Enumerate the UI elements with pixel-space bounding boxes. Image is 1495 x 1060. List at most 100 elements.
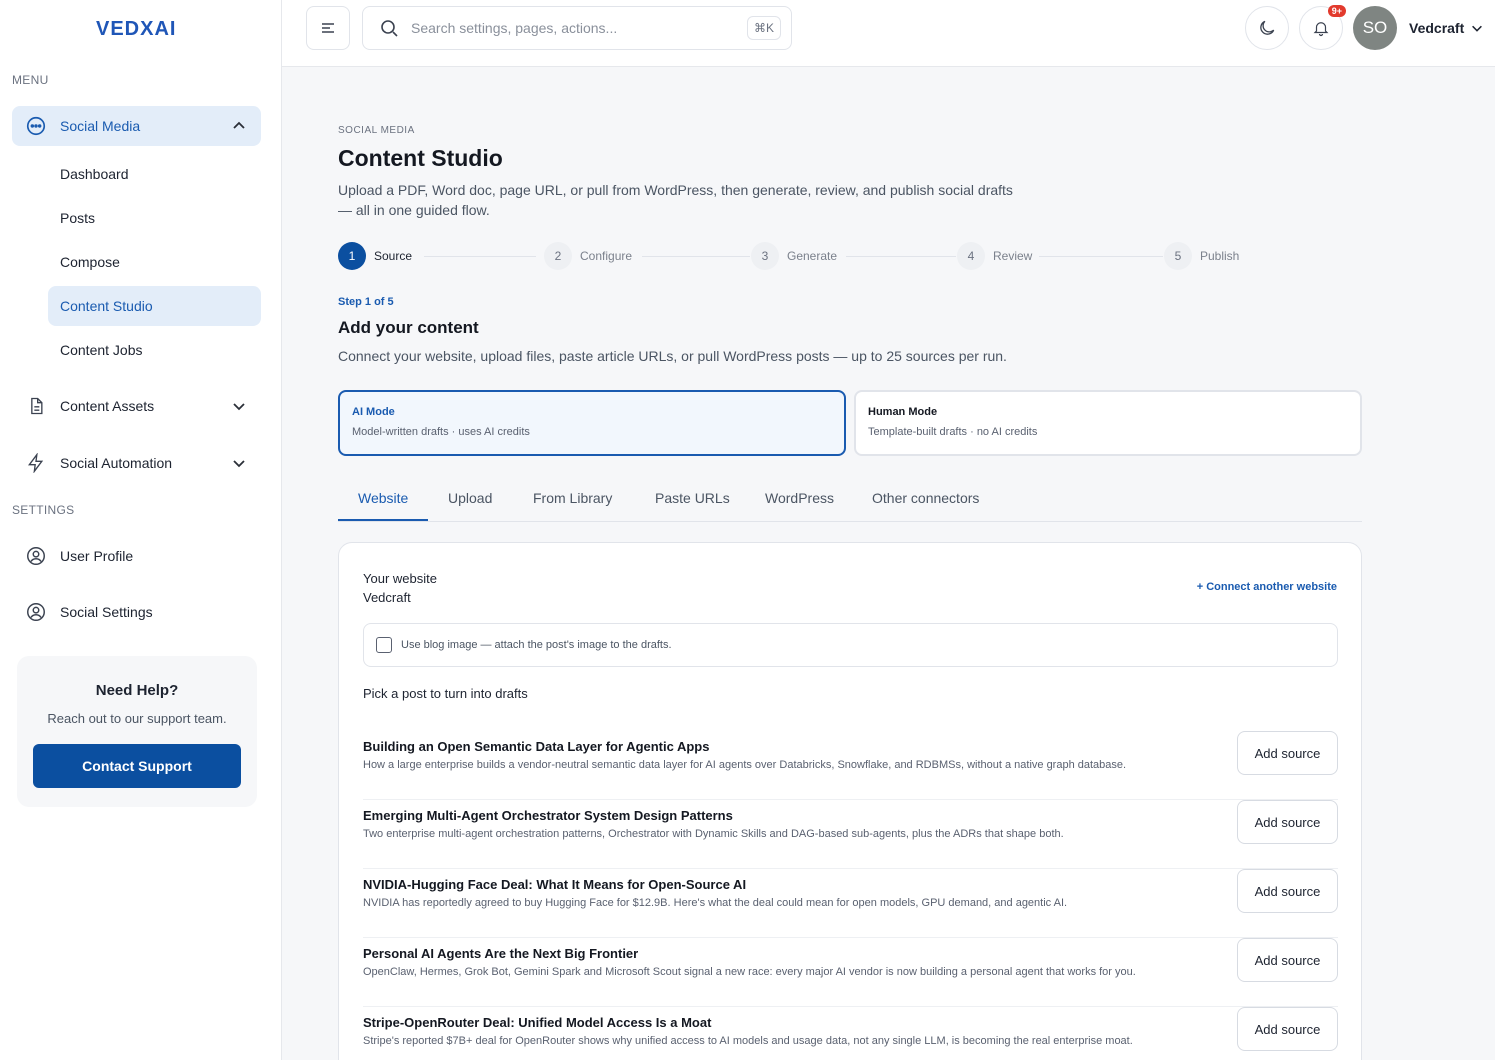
search-shortcut: ⌘K	[746, 16, 781, 40]
chevron-down-icon	[231, 398, 247, 414]
add-source-button[interactable]: Add source	[1237, 1007, 1338, 1051]
post-description: OpenClaw, Hermes, Grok Bot, Gemini Spark…	[363, 966, 1136, 978]
use-blog-image-checkbox[interactable]: Use blog image — attach the post's image…	[363, 623, 1338, 667]
breadcrumb: SOCIAL MEDIA	[338, 125, 415, 136]
step-label: Generate	[787, 249, 838, 263]
help-card: Need Help? Reach out to our support team…	[17, 656, 257, 807]
checkbox-square[interactable]	[376, 637, 392, 653]
sidebar-sub-compose[interactable]: Compose	[48, 242, 261, 282]
add-source-button[interactable]: Add source	[1237, 800, 1338, 844]
sidebar-sub-content-jobs[interactable]: Content Jobs	[48, 330, 261, 370]
wizard-stepper: 1 Source 2 Configure 3 Generate 4 Review…	[338, 242, 1258, 270]
help-title: Need Help?	[95, 682, 179, 699]
step-number: 3	[751, 242, 779, 270]
sidebar-item-label: Content Assets	[60, 398, 155, 414]
lightning-icon	[24, 451, 48, 475]
step-connector	[642, 256, 750, 257]
tab-website[interactable]: Website	[358, 490, 408, 506]
website-label: Your website	[363, 571, 437, 586]
menu-toggle-button[interactable]	[306, 6, 350, 50]
mode-description: Model-written drafts · uses AI credits	[352, 426, 530, 438]
list-item: Building an Open Semantic Data Layer for…	[363, 731, 1338, 800]
search-input[interactable]: Search settings, pages, actions... ⌘K	[362, 6, 792, 50]
checkbox-label: Use blog image — attach the post's image…	[401, 639, 672, 651]
user-menu[interactable]: Vedcraft	[1409, 20, 1484, 36]
sidebar-item-label: Social Settings	[60, 604, 153, 620]
step-label: Source	[374, 249, 413, 263]
step-number: 2	[544, 242, 572, 270]
tab-other-connectors[interactable]: Other connectors	[872, 490, 979, 506]
step-source[interactable]: 1 Source	[338, 242, 412, 270]
tab-paste-urls[interactable]: Paste URLs	[655, 490, 730, 506]
list-item: NVIDIA-Hugging Face Deal: What It Means …	[363, 869, 1338, 938]
hamburger-icon	[322, 23, 334, 33]
settings-section-label: SETTINGS	[12, 503, 75, 517]
tab-from-library[interactable]: From Library	[533, 490, 612, 506]
sidebar-item-social-media[interactable]: Social Media	[12, 106, 261, 146]
post-title: NVIDIA-Hugging Face Deal: What It Means …	[363, 877, 747, 892]
bell-icon	[1313, 22, 1329, 37]
ai-mode-option[interactable]: AI Mode Model-written drafts · uses AI c…	[338, 390, 846, 456]
chevron-down-icon	[231, 455, 247, 471]
tab-upload[interactable]: Upload	[448, 490, 492, 506]
moon-icon	[1260, 20, 1275, 35]
document-icon	[24, 394, 48, 418]
section-title: Add your content	[338, 318, 479, 337]
post-description: How a large enterprise builds a vendor-n…	[363, 759, 1127, 771]
sidebar-item-social-automation[interactable]: Social Automation	[12, 443, 261, 483]
post-title: Building an Open Semantic Data Layer for…	[363, 739, 710, 754]
theme-toggle-button[interactable]	[1245, 6, 1289, 50]
mode-title: AI Mode	[352, 406, 395, 418]
user-name: Vedcraft	[1409, 20, 1465, 36]
step-generate[interactable]: 3 Generate	[751, 242, 837, 270]
sidebar: VEDXAI MENU Social Media Dashboard Posts…	[0, 0, 282, 1060]
add-source-button[interactable]: Add source	[1237, 869, 1338, 913]
list-item: Stripe-OpenRouter Deal: Unified Model Ac…	[363, 1007, 1338, 1060]
step-label: Review	[993, 249, 1033, 263]
menu-section-label: MENU	[12, 73, 49, 87]
step-label: Publish	[1200, 249, 1240, 263]
search-icon	[381, 20, 398, 37]
source-tabs: Website Upload From Library Paste URLs W…	[338, 478, 1362, 522]
sidebar-item-content-assets[interactable]: Content Assets	[12, 386, 261, 426]
post-description: Stripe's reported $7B+ deal for OpenRout…	[363, 1035, 1133, 1047]
step-publish[interactable]: 5 Publish	[1164, 242, 1239, 270]
sidebar-sub-content-studio[interactable]: Content Studio	[48, 286, 261, 326]
user-circle-icon	[24, 600, 48, 624]
tab-wordpress[interactable]: WordPress	[765, 490, 834, 506]
post-title: Personal AI Agents Are the Next Big Fron…	[363, 946, 639, 961]
pick-post-label: Pick a post to turn into drafts	[363, 686, 528, 701]
chevron-up-icon	[231, 118, 247, 134]
step-connector	[846, 256, 956, 257]
post-title: Emerging Multi-Agent Orchestrator System…	[363, 808, 733, 823]
contact-support-button[interactable]: Contact Support	[33, 744, 241, 788]
help-text: Reach out to our support team.	[47, 711, 227, 726]
sidebar-sub-dashboard[interactable]: Dashboard	[48, 154, 261, 194]
list-item: Emerging Multi-Agent Orchestrator System…	[363, 800, 1338, 869]
avatar[interactable]: SO	[1353, 6, 1397, 50]
step-connector	[424, 256, 536, 257]
step-review[interactable]: 4 Review	[957, 242, 1032, 270]
sidebar-item-social-settings[interactable]: Social Settings	[12, 592, 261, 632]
sidebar-item-user-profile[interactable]: User Profile	[12, 536, 261, 576]
website-source-card: Your website Vedcraft + Connect another …	[338, 542, 1362, 1060]
connect-website-link[interactable]: + Connect another website	[1197, 581, 1337, 593]
sidebar-item-label: User Profile	[60, 548, 134, 564]
step-configure[interactable]: 2 Configure	[544, 242, 632, 270]
website-value: Vedcraft	[363, 590, 411, 605]
sidebar-sub-posts[interactable]: Posts	[48, 198, 261, 238]
human-mode-option[interactable]: Human Mode Template-built drafts · no AI…	[854, 390, 1362, 456]
mode-title: Human Mode	[868, 406, 938, 418]
step-number: 5	[1164, 242, 1192, 270]
search-placeholder: Search settings, pages, actions...	[411, 20, 618, 36]
post-description: Two enterprise multi-agent orchestration…	[363, 828, 1064, 840]
top-header: Search settings, pages, actions... ⌘K 9+…	[282, 0, 1495, 67]
add-source-button[interactable]: Add source	[1237, 731, 1338, 775]
add-source-button[interactable]: Add source	[1237, 938, 1338, 982]
notifications-button[interactable]: 9+	[1299, 5, 1346, 50]
step-number: 1	[338, 242, 366, 270]
list-item: Personal AI Agents Are the Next Big Fron…	[363, 938, 1338, 1007]
post-description: NVIDIA has reportedly agreed to buy Hugg…	[363, 897, 1068, 909]
brand-logo[interactable]: VEDXAI	[96, 18, 176, 41]
mode-description: Template-built drafts · no AI credits	[868, 426, 1038, 438]
